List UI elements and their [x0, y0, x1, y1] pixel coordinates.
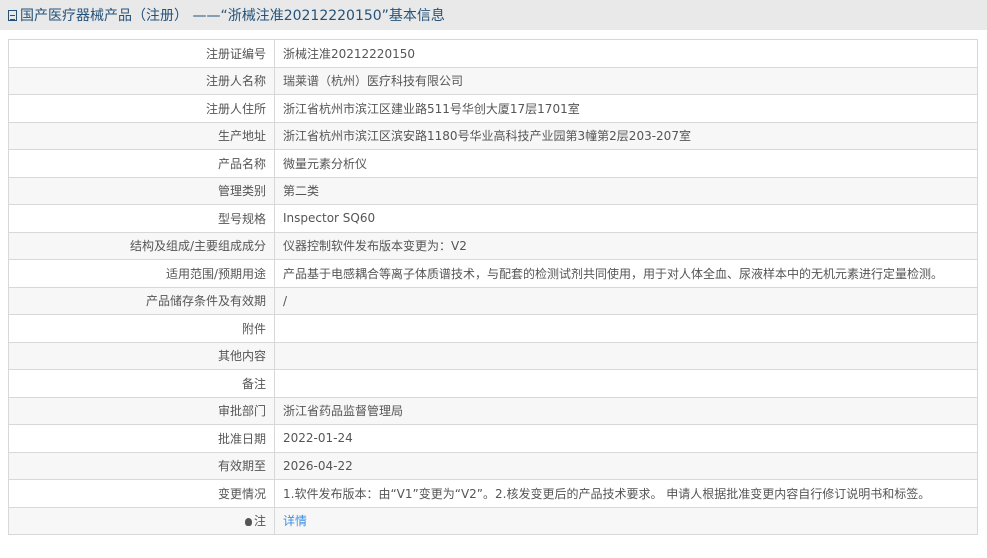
row-value: 2026-04-22 — [274, 451, 978, 480]
row-value: 仪器控制软件发布版本变更为：V2 — [274, 231, 978, 260]
note-value-cell: 详情 — [274, 506, 978, 535]
row-value: / — [274, 286, 978, 315]
table-row: 管理类别 第二类 — [8, 176, 978, 205]
row-label: 注册证编号 — [8, 39, 275, 68]
table-row: 产品名称 微量元素分析仪 — [8, 149, 978, 178]
row-value: 第二类 — [274, 176, 978, 205]
table-row: 审批部门 浙江省药品监督管理局 — [8, 396, 978, 425]
row-value — [274, 369, 978, 398]
row-value: 1.软件发布版本：由“V1”变更为“V2”。2.核发变更后的产品技术要求。 申请… — [274, 479, 978, 508]
row-value: 产品基于电感耦合等离子体质谱技术，与配套的检测试剂共同使用，用于对人体全血、尿液… — [274, 259, 978, 288]
page-title: 国产医疗器械产品（注册） ——“浙械注准20212220150”基本信息 — [20, 8, 445, 24]
row-value: 浙江省药品监督管理局 — [274, 396, 978, 425]
row-label: 变更情况 — [8, 479, 275, 508]
row-label: 备注 — [8, 369, 275, 398]
table-row: 附件 — [8, 314, 978, 343]
row-label: 其他内容 — [8, 341, 275, 370]
table-row: 有效期至 2026-04-22 — [8, 451, 978, 480]
note-label: 注 — [253, 514, 266, 529]
details-link[interactable]: 详情 — [283, 514, 307, 528]
row-label: 有效期至 — [8, 451, 275, 480]
row-value: 浙江省杭州市滨江区滨安路1180号华业高科技产业园第3幢第2层203-207室 — [274, 121, 978, 150]
table-row: 注册人名称 瑞莱谱（杭州）医疗科技有限公司 — [8, 66, 978, 95]
row-value — [274, 314, 978, 343]
table-row: 生产地址 浙江省杭州市滨江区滨安路1180号华业高科技产业园第3幢第2层203-2… — [8, 121, 978, 150]
row-label: 生产地址 — [8, 121, 275, 150]
info-table: 注册证编号 浙械注准20212220150 注册人名称 瑞莱谱（杭州）医疗科技有限公… — [8, 39, 978, 535]
table-row: 注册证编号 浙械注准20212220150 — [8, 39, 978, 68]
row-value: 浙械注准20212220150 — [274, 39, 978, 68]
table-row: 其他内容 — [8, 341, 978, 370]
row-value: 2022-01-24 — [274, 424, 978, 453]
row-label: 注册人名称 — [8, 66, 275, 95]
row-label: 批准日期 — [8, 424, 275, 453]
row-label: 附件 — [8, 314, 275, 343]
row-label: 注册人住所 — [8, 94, 275, 123]
row-value: 瑞莱谱（杭州）医疗科技有限公司 — [274, 66, 978, 95]
row-value — [274, 341, 978, 370]
note-label-cell: 注 — [8, 506, 275, 535]
table-row: 适用范围/预期用途 产品基于电感耦合等离子体质谱技术，与配套的检测试剂共同使用，用… — [8, 259, 978, 288]
row-value: 微量元素分析仪 — [274, 149, 978, 178]
page-header: 国产医疗器械产品（注册） ——“浙械注准20212220150”基本信息 — [0, 0, 987, 30]
document-icon — [8, 9, 17, 21]
table-row: 变更情况 1.软件发布版本：由“V1”变更为“V2”。2.核发变更后的产品技术要求… — [8, 479, 978, 508]
table-row: 产品储存条件及有效期 / — [8, 286, 978, 315]
row-label: 型号规格 — [8, 204, 275, 233]
table-row: 型号规格 Inspector SQ60 — [8, 204, 978, 233]
row-value: 浙江省杭州市滨江区建业路511号华创大厦17层1701室 — [274, 94, 978, 123]
row-value: Inspector SQ60 — [274, 204, 978, 233]
table-row: 备注 — [8, 369, 978, 398]
table-row: 注册人住所 浙江省杭州市滨江区建业路511号华创大厦17层1701室 — [8, 94, 978, 123]
table-row: 批准日期 2022-01-24 — [8, 424, 978, 453]
row-label: 适用范围/预期用途 — [8, 259, 275, 288]
note-row: 注 详情 — [8, 506, 978, 535]
row-label: 管理类别 — [8, 176, 275, 205]
row-label: 产品储存条件及有效期 — [8, 286, 275, 315]
row-label: 结构及组成/主要组成成分 — [8, 231, 275, 260]
row-label: 产品名称 — [8, 149, 275, 178]
table-row: 结构及组成/主要组成成分 仪器控制软件发布版本变更为：V2 — [8, 231, 978, 260]
lightbulb-icon — [244, 518, 252, 527]
row-label: 审批部门 — [8, 396, 275, 425]
